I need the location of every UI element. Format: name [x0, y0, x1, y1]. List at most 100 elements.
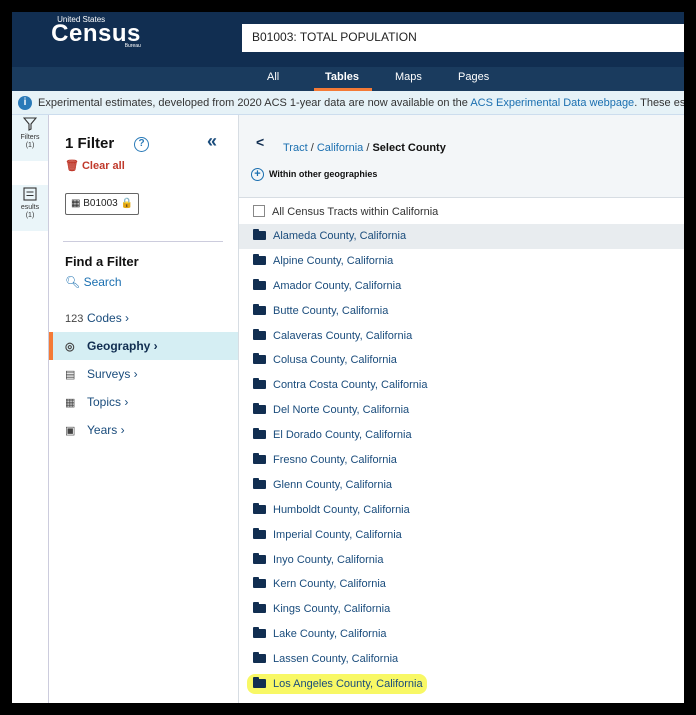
results-rail-label: esults	[20, 204, 40, 211]
tab-all[interactable]: All	[267, 71, 279, 83]
search-title-field[interactable]: B01003: TOTAL POPULATION	[242, 24, 684, 52]
years-label: Years ›	[87, 423, 125, 437]
within-other-geographies-button[interactable]: + Within other geographies	[251, 168, 377, 181]
back-chevron-icon[interactable]: <	[256, 134, 264, 150]
county-label: Kern County, California	[273, 578, 386, 591]
census-logo[interactable]: United States Census Bureau	[12, 12, 242, 67]
county-list-item[interactable]: Amador County, California	[239, 274, 684, 299]
banner-text: Experimental estimates, developed from 2…	[38, 97, 684, 109]
tab-pages[interactable]: Pages	[458, 71, 489, 83]
county-label: Lake County, California	[273, 628, 387, 641]
filter-panel: 1 Filter ? « 🗑 Clear all ▦ B01003 🔒 Find a…	[49, 115, 239, 703]
all-tracts-checkbox[interactable]	[253, 205, 265, 217]
county-list-item[interactable]: Fresno County, California	[239, 448, 684, 473]
breadcrumb-state[interactable]: California	[317, 142, 363, 154]
county-list-item[interactable]: Kern County, California	[239, 572, 684, 597]
search-icon: 🔍︎	[65, 275, 84, 289]
county-label: Los Angeles County, California	[273, 678, 423, 691]
filter-funnel-icon	[22, 117, 38, 131]
site-header: United States Census Bureau B01003: TOTA…	[12, 12, 684, 67]
county-list-item[interactable]: Humboldt County, California	[239, 498, 684, 523]
county-label: Lassen County, California	[273, 653, 399, 666]
nav-tabs: All Tables Maps Pages	[12, 67, 684, 91]
county-list-item[interactable]: Inyo County, California	[239, 548, 684, 573]
help-icon[interactable]: ?	[134, 137, 149, 152]
filter-menu-geography[interactable]: ◎ Geography ›	[49, 332, 238, 360]
filter-search-link[interactable]: 🔍︎ Search	[65, 275, 122, 289]
county-label: El Dorado County, California	[273, 429, 412, 442]
county-list-item[interactable]: Colusa County, California	[239, 348, 684, 373]
county-list-item[interactable]: Butte County, California	[239, 299, 684, 324]
folder-icon	[253, 303, 266, 315]
filter-chip[interactable]: ▦ B01003 🔒	[65, 193, 139, 215]
county-list-item[interactable]: El Dorado County, California	[239, 423, 684, 448]
info-icon: i	[18, 96, 32, 110]
all-tracts-option[interactable]: All Census Tracts within California	[239, 199, 684, 224]
folder-icon	[253, 328, 266, 340]
county-list-item[interactable]: Glenn County, California	[239, 473, 684, 498]
county-list: Alameda County, California Alpine County,…	[239, 224, 684, 697]
browser-frame: United States Census Bureau B01003: TOTA…	[9, 9, 687, 706]
all-tracts-label: All Census Tracts within California	[272, 206, 439, 218]
county-label: Glenn County, California	[273, 478, 393, 491]
folder-icon	[253, 552, 266, 564]
tab-tables[interactable]: Tables	[325, 71, 359, 83]
collapse-panel-button[interactable]: «	[207, 131, 217, 152]
folder-icon	[253, 278, 266, 290]
table-icon: ▦	[71, 198, 84, 209]
surveys-label: Surveys ›	[87, 367, 138, 381]
results-rail-button[interactable]: esults (1)	[12, 185, 48, 231]
folder-icon	[253, 378, 266, 390]
county-list-item[interactable]: Los Angeles County, California	[239, 672, 684, 697]
filter-count-title: 1 Filter	[65, 135, 115, 152]
county-list-item[interactable]: Imperial County, California	[239, 523, 684, 548]
filter-menu-years[interactable]: ▣ Years ›	[49, 416, 238, 444]
folder-icon	[253, 677, 266, 689]
clear-all-label: Clear all	[81, 160, 125, 172]
topics-icon: ▦	[65, 397, 76, 409]
county-list-item[interactable]: Lassen County, California	[239, 647, 684, 672]
location-pin-icon: ◎	[65, 341, 75, 353]
filter-menu-codes[interactable]: 123 Codes ›	[49, 304, 238, 332]
county-label: Fresno County, California	[273, 454, 397, 467]
trash-icon: 🗑	[65, 160, 79, 172]
county-label: Del Norte County, California	[273, 404, 410, 417]
filter-menu-topics[interactable]: ▦ Topics ›	[49, 388, 238, 416]
geography-selector: < Tract / California / Select County + Wi…	[239, 115, 684, 703]
county-label: Amador County, California	[273, 279, 402, 292]
county-list-item[interactable]: Alpine County, California	[239, 249, 684, 274]
county-list-item[interactable]: Del Norte County, California	[239, 398, 684, 423]
county-list-item[interactable]: Lake County, California	[239, 622, 684, 647]
county-list-item[interactable]: Calaveras County, California	[239, 324, 684, 349]
clear-all-button[interactable]: 🗑 Clear all	[65, 159, 125, 172]
folder-icon	[253, 253, 266, 265]
folder-icon	[253, 652, 266, 664]
codes-icon: 123	[65, 313, 84, 325]
county-label: Butte County, California	[273, 304, 389, 317]
county-list-item[interactable]: Alameda County, California	[239, 224, 684, 249]
folder-icon	[253, 229, 266, 240]
county-label: Imperial County, California	[273, 528, 402, 541]
acs-experimental-link[interactable]: ACS Experimental Data webpage	[470, 97, 634, 109]
county-list-item[interactable]: Contra Costa County, California	[239, 373, 684, 398]
banner-text-before: Experimental estimates, developed from 2…	[38, 97, 471, 109]
logo-text: United States Census Bureau	[51, 16, 141, 49]
plus-circle-icon: +	[251, 168, 264, 181]
calendar-icon: ▣	[65, 425, 76, 437]
folder-icon	[253, 353, 266, 365]
county-list-item[interactable]: Kings County, California	[239, 597, 684, 622]
county-label: Colusa County, California	[273, 354, 397, 367]
county-label: Inyo County, California	[273, 553, 384, 566]
results-list-icon	[23, 187, 37, 201]
within-label: Within other geographies	[269, 168, 378, 179]
filter-menu-surveys[interactable]: ▤ Surveys ›	[49, 360, 238, 388]
left-rail: Filters (1) esults (1)	[12, 115, 49, 703]
breadcrumb-tract[interactable]: Tract	[283, 142, 308, 154]
filters-rail-button[interactable]: Filters (1)	[12, 115, 48, 161]
folder-icon	[253, 403, 266, 415]
folder-icon	[253, 602, 266, 614]
tab-maps[interactable]: Maps	[395, 71, 422, 83]
chip-label: B01003	[83, 198, 118, 209]
results-rail-count: (1)	[25, 212, 35, 219]
folder-icon	[253, 453, 266, 465]
